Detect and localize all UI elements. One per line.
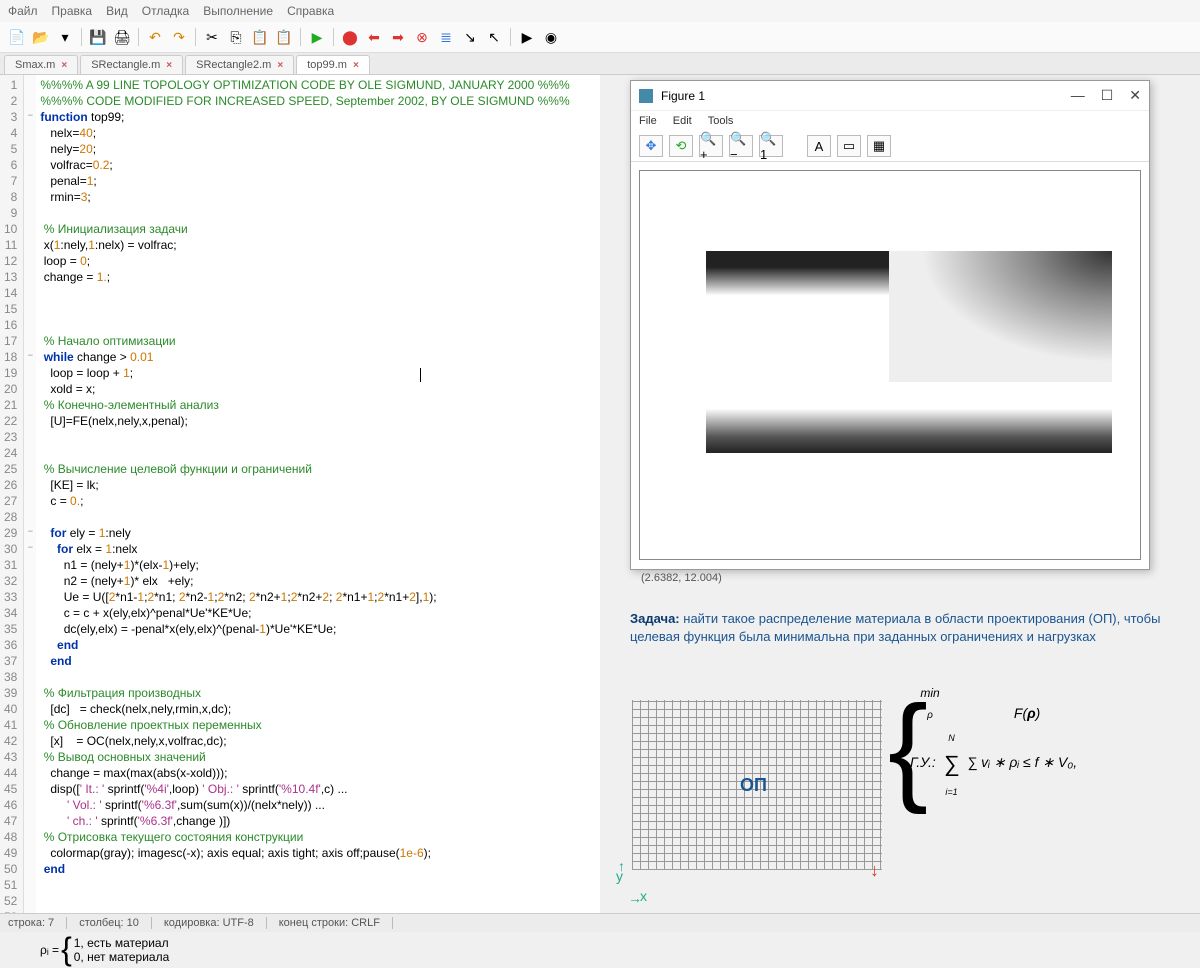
menu-help[interactable]: Справка	[287, 4, 334, 18]
status-col: столбец: 10	[79, 917, 152, 929]
figure-toolbar: ✥ ⟲ 🔍+ 🔍− 🔍1 A ▭ ▦	[631, 131, 1149, 162]
task-description: Задача: найти такое распределение матери…	[630, 610, 1190, 645]
tab-srect2[interactable]: SRectangle2.m×	[185, 55, 294, 74]
fig-menu-file[interactable]: File	[639, 115, 657, 127]
status-bar: строка: 7 столбец: 10 кодировка: UTF-8 к…	[0, 913, 1200, 932]
optimization-formula: { minρ F(ρ) Г.У.: N∑i=1 ∑ vᵢ ∗ ρᵢ ≤ f ∗ …	[910, 680, 1077, 801]
figure-menu: File Edit Tools	[631, 111, 1149, 131]
minimize-icon[interactable]: —	[1071, 87, 1085, 104]
editor-tabs: Smax.m× SRectangle.m× SRectangle2.m× top…	[0, 53, 1200, 75]
figure-title: Figure 1	[661, 89, 705, 103]
close-icon[interactable]: ×	[61, 60, 67, 71]
step-out-icon[interactable]: ↖	[483, 26, 505, 48]
y-arrow-icon: ↑	[618, 858, 625, 874]
tab-srect[interactable]: SRectangle.m×	[80, 55, 183, 74]
menu-bar: Файл Правка Вид Отладка Выполнение Справ…	[0, 0, 1200, 22]
menu-edit[interactable]: Правка	[52, 4, 93, 18]
save-icon[interactable]: 💾	[87, 26, 109, 48]
zoom-out-icon[interactable]: 🔍−	[729, 135, 753, 157]
print-icon[interactable]: 🖨	[111, 26, 133, 48]
undo-icon[interactable]: ↶	[144, 26, 166, 48]
maximize-icon[interactable]: ☐	[1101, 87, 1114, 104]
figure-window[interactable]: Figure 1 — ☐ ✕ File Edit Tools ✥ ⟲ 🔍+ 🔍−…	[630, 80, 1150, 570]
figure-canvas[interactable]	[639, 170, 1141, 560]
load-arrow-icon: ↓	[870, 860, 879, 881]
paste-icon[interactable]: 📋	[249, 26, 271, 48]
close-icon[interactable]: ×	[166, 60, 172, 71]
zoom-reset-icon[interactable]: 🔍1	[759, 135, 783, 157]
main-toolbar: 📄 📂 ▾ 💾 🖨 ↶ ↷ ✂ ⎘ 📋 📋 ▶ ⬤ ⬅ ➡ ⊗ ≣ ↘ ↖ ▶ …	[0, 22, 1200, 53]
figure-icon	[639, 89, 653, 103]
code-area[interactable]: %%%% A 99 LINE TOPOLOGY OPTIMIZATION COD…	[36, 75, 573, 917]
menu-file[interactable]: Файл	[8, 4, 38, 18]
new-file-icon[interactable]: 📄	[6, 26, 28, 48]
open-file-icon[interactable]: 📂	[30, 26, 52, 48]
close-window-icon[interactable]: ✕	[1129, 87, 1141, 104]
redo-icon[interactable]: ↷	[168, 26, 190, 48]
fig-menu-edit[interactable]: Edit	[673, 115, 692, 127]
close-icon[interactable]: ×	[277, 60, 283, 71]
breakpoints-icon[interactable]: ≣	[435, 26, 457, 48]
status-eol: конец строки: CRLF	[279, 917, 393, 929]
grid-icon[interactable]: ▦	[867, 135, 891, 157]
fold-gutter: −−−−	[24, 75, 36, 917]
code-editor[interactable]: 1234567891011121314151617181920212223242…	[0, 75, 600, 917]
step-right-icon[interactable]: ➡	[387, 26, 409, 48]
text-cursor	[420, 368, 421, 382]
rect-tool-icon[interactable]: ▭	[837, 135, 861, 157]
menu-run[interactable]: Выполнение	[203, 4, 273, 18]
line-gutter: 1234567891011121314151617181920212223242…	[0, 75, 24, 917]
clipboard-icon[interactable]: 📋	[273, 26, 295, 48]
step-left-icon[interactable]: ⬅	[363, 26, 385, 48]
stop-debug-icon[interactable]: ⊗	[411, 26, 433, 48]
close-icon[interactable]: ×	[353, 60, 359, 71]
run-icon[interactable]: ▶	[306, 26, 328, 48]
fig-menu-tools[interactable]: Tools	[708, 115, 734, 127]
dropdown-icon[interactable]: ▾	[54, 26, 76, 48]
text-tool-icon[interactable]: A	[807, 135, 831, 157]
status-enc: кодировка: UTF-8	[164, 917, 267, 929]
status-line: строка: 7	[8, 917, 67, 929]
figure-status: (2.6382, 12.004)	[631, 568, 1149, 588]
zoom-in-icon[interactable]: 🔍+	[699, 135, 723, 157]
design-domain-label: ОП	[740, 775, 767, 796]
continue-icon[interactable]: ▶	[516, 26, 538, 48]
menu-debug[interactable]: Отладка	[142, 4, 189, 18]
topology-image	[706, 251, 1112, 453]
x-arrow-icon: →	[628, 890, 642, 906]
step-in-icon[interactable]: ↘	[459, 26, 481, 48]
rotate-icon[interactable]: ⟲	[669, 135, 693, 157]
menu-view[interactable]: Вид	[106, 4, 128, 18]
figure-titlebar[interactable]: Figure 1 — ☐ ✕	[631, 81, 1149, 111]
tab-top99[interactable]: top99.m×	[296, 55, 370, 74]
pan-icon[interactable]: ✥	[639, 135, 663, 157]
copy-icon[interactable]: ⎘	[225, 26, 247, 48]
cut-icon[interactable]: ✂	[201, 26, 223, 48]
toggle-bp-icon[interactable]: ◉	[540, 26, 562, 48]
record-icon[interactable]: ⬤	[339, 26, 361, 48]
tab-smax[interactable]: Smax.m×	[4, 55, 78, 74]
